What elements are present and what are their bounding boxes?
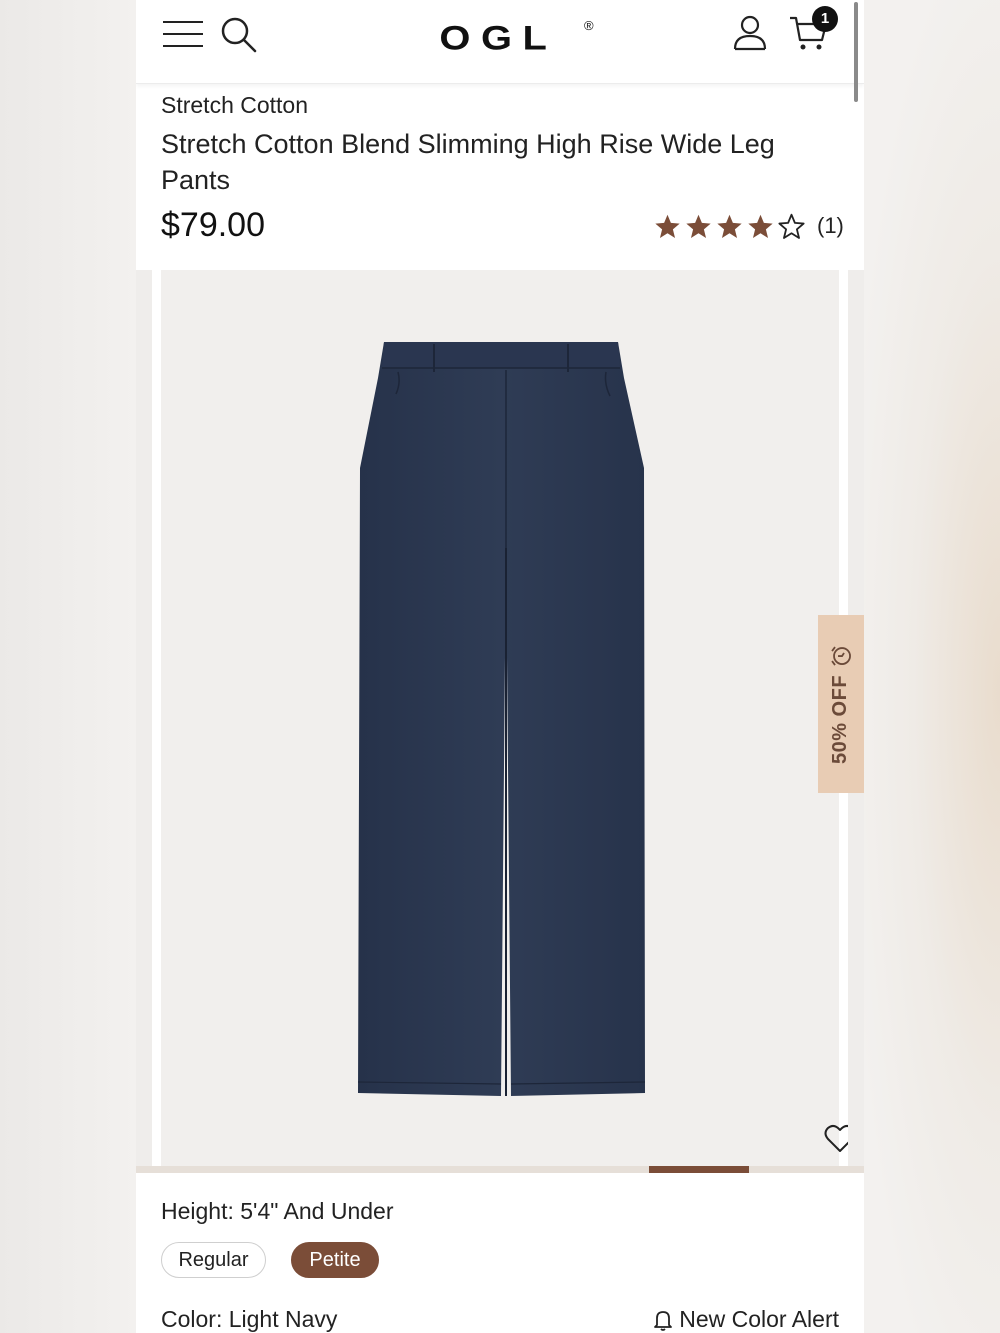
scrollbar[interactable] xyxy=(854,2,858,102)
previous-slide-peek[interactable] xyxy=(136,270,152,1170)
product-gallery[interactable]: 50% OFF xyxy=(136,270,864,1170)
cart-count-badge[interactable]: 1 xyxy=(812,6,838,32)
search-icon[interactable] xyxy=(220,16,258,54)
discount-tab[interactable]: 50% OFF xyxy=(818,615,864,793)
product-price: $79.00 xyxy=(161,206,265,244)
product-rating[interactable]: (1) xyxy=(654,210,844,242)
product-collection[interactable]: Stretch Cotton xyxy=(161,92,308,119)
logo-text: OGL xyxy=(439,18,557,54)
rating-count[interactable]: (1) xyxy=(817,213,844,239)
hamburger-menu-icon[interactable] xyxy=(162,19,204,49)
star-filled-icon xyxy=(717,214,742,238)
star-filled-icon xyxy=(655,214,680,238)
height-label: Height: 5'4" And Under xyxy=(161,1198,394,1224)
star-filled-icon xyxy=(748,214,773,238)
alarm-clock-icon xyxy=(831,645,851,666)
rating-stars xyxy=(654,213,805,240)
background-left xyxy=(0,0,136,1333)
color-label: Color: Light Navy xyxy=(161,1306,338,1332)
gallery-progress-indicator xyxy=(649,1166,749,1173)
star-empty-icon xyxy=(778,213,805,239)
logo-registered-mark: ® xyxy=(584,18,594,33)
height-option-regular[interactable]: Regular xyxy=(161,1242,266,1278)
product-title: Stretch Cotton Blend Slimming High Rise … xyxy=(161,129,775,195)
height-option-petite[interactable]: Petite xyxy=(291,1242,379,1278)
new-color-alert-button[interactable]: New Color Alert xyxy=(653,1306,839,1333)
discount-label: 50% OFF xyxy=(829,674,852,764)
ogl-logo[interactable]: OGL ® xyxy=(406,16,596,54)
bell-icon xyxy=(654,1310,673,1331)
site-header: OGL ® 1 xyxy=(136,0,864,84)
mobile-page: OGL ® 1 Stretch Cotton Stretch Cotton Bl… xyxy=(136,0,864,1333)
star-filled-icon xyxy=(686,214,711,238)
wide-leg-pants-image xyxy=(357,342,646,1096)
account-icon[interactable] xyxy=(732,14,768,52)
gallery-progress xyxy=(136,1166,864,1173)
new-color-alert-label: New Color Alert xyxy=(679,1306,839,1332)
product-image[interactable] xyxy=(161,270,856,1170)
background-right xyxy=(864,0,1000,1333)
